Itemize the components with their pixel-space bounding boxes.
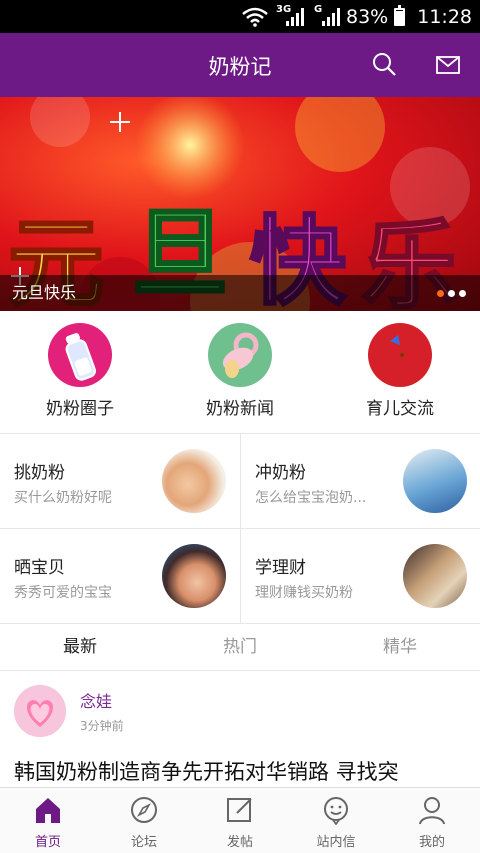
topic-thumbnail <box>162 449 226 513</box>
bottom-navigation: 首页 论坛 发帖 站内信 我的 <box>0 787 480 853</box>
topic-finance[interactable]: 学理财 理财赚钱买奶粉 <box>240 529 480 624</box>
topic-subtitle: 买什么奶粉好呢 <box>14 490 112 506</box>
avatar[interactable] <box>14 685 66 737</box>
category-milk-news[interactable]: 奶粉新闻 <box>160 311 320 433</box>
status-bar: 3G G 83% 11:28 <box>0 0 480 33</box>
topic-subtitle: 秀秀可爱的宝宝 <box>14 585 112 601</box>
category-parenting[interactable]: 育儿交流 <box>320 311 480 433</box>
topic-thumbnail <box>403 544 467 608</box>
nav-label: 站内信 <box>316 835 356 850</box>
mail-icon <box>436 56 460 74</box>
nav-compose[interactable]: 发帖 <box>192 788 288 853</box>
nav-home[interactable]: 首页 <box>0 788 96 853</box>
topic-subtitle: 怎么给宝宝泡奶... <box>255 490 367 506</box>
tab-latest[interactable]: 最新 <box>0 623 160 670</box>
messages-button[interactable] <box>433 50 463 80</box>
topic-subtitle: 理财赚钱买奶粉 <box>255 585 353 601</box>
topic-title: 挑奶粉 <box>14 463 65 483</box>
post-headline[interactable]: 韩国奶粉制造商争先开拓对华销路 寻找突 <box>14 756 399 786</box>
moon-icon <box>382 335 418 374</box>
search-button[interactable] <box>370 50 400 80</box>
category-icon-bg <box>208 323 272 387</box>
topic-title: 学理财 <box>255 558 306 578</box>
compose-icon <box>227 798 252 822</box>
carousel-dot <box>459 290 466 297</box>
post-time: 3分钟前 <box>80 719 124 733</box>
post-item[interactable]: 念娃 3分钟前 韩国奶粉制造商争先开拓对华销路 寻找突 <box>0 671 480 787</box>
category-label: 奶粉圈子 <box>46 399 114 419</box>
topic-title: 冲奶粉 <box>255 463 306 483</box>
search-icon <box>373 53 396 76</box>
carousel-dot <box>437 290 444 297</box>
topic-choose-milk[interactable]: 挑奶粉 买什么奶粉好呢 <box>0 434 240 529</box>
pacifier-icon <box>222 332 259 378</box>
nav-profile[interactable]: 我的 <box>384 788 480 853</box>
category-icon-bg <box>368 323 432 387</box>
topic-show-baby[interactable]: 晒宝贝 秀秀可爱的宝宝 <box>0 529 240 624</box>
nav-label: 论坛 <box>130 835 157 850</box>
signal-3g-icon: 3G <box>276 4 304 26</box>
category-row: 奶粉圈子 奶粉新闻 育儿交流 <box>0 311 480 433</box>
baby-bottle-icon <box>65 333 96 381</box>
network-type-a: 3G <box>276 4 292 15</box>
signal-g-icon: G <box>314 4 340 26</box>
topic-make-milk[interactable]: 冲奶粉 怎么给宝宝泡奶... <box>240 434 480 529</box>
nav-label: 我的 <box>418 835 445 850</box>
category-icon-bg <box>48 323 112 387</box>
banner-carousel[interactable]: 元 旦 快 乐 元旦快乐 <box>0 97 480 311</box>
category-label: 育儿交流 <box>366 399 434 419</box>
tab-featured[interactable]: 精华 <box>320 623 480 670</box>
chat-icon <box>324 797 348 825</box>
wifi-icon <box>242 7 268 27</box>
clock: 11:28 <box>417 6 472 28</box>
post-author[interactable]: 念娃 <box>80 688 112 712</box>
feed-tabs: 最新 热门 精华 <box>0 623 480 671</box>
category-label: 奶粉新闻 <box>206 399 274 419</box>
topic-thumbnail <box>403 449 467 513</box>
app-header: 奶粉记 <box>0 33 480 97</box>
topic-grid: 挑奶粉 买什么奶粉好呢 冲奶粉 怎么给宝宝泡奶... 晒宝贝 秀秀可爱的宝宝 学… <box>0 433 480 624</box>
banner-caption: 元旦快乐 <box>12 283 77 302</box>
topic-title: 晒宝贝 <box>14 558 65 578</box>
category-milk-circle[interactable]: 奶粉圈子 <box>0 311 160 433</box>
profile-icon <box>419 797 445 825</box>
tab-hot[interactable]: 热门 <box>160 623 320 670</box>
heart-avatar-icon <box>14 685 66 737</box>
page-title: 奶粉记 <box>208 55 272 79</box>
battery-percent: 83% <box>346 6 389 28</box>
nav-label: 发帖 <box>226 835 253 850</box>
compass-icon <box>131 797 157 823</box>
nav-label: 首页 <box>34 835 61 850</box>
nav-inbox[interactable]: 站内信 <box>288 788 384 853</box>
carousel-indicator <box>437 290 466 297</box>
home-icon <box>36 798 60 823</box>
topic-thumbnail <box>162 544 226 608</box>
nav-forum[interactable]: 论坛 <box>96 788 192 853</box>
network-type-b: G <box>314 4 323 15</box>
carousel-dot <box>448 290 455 297</box>
battery-icon <box>394 5 406 26</box>
